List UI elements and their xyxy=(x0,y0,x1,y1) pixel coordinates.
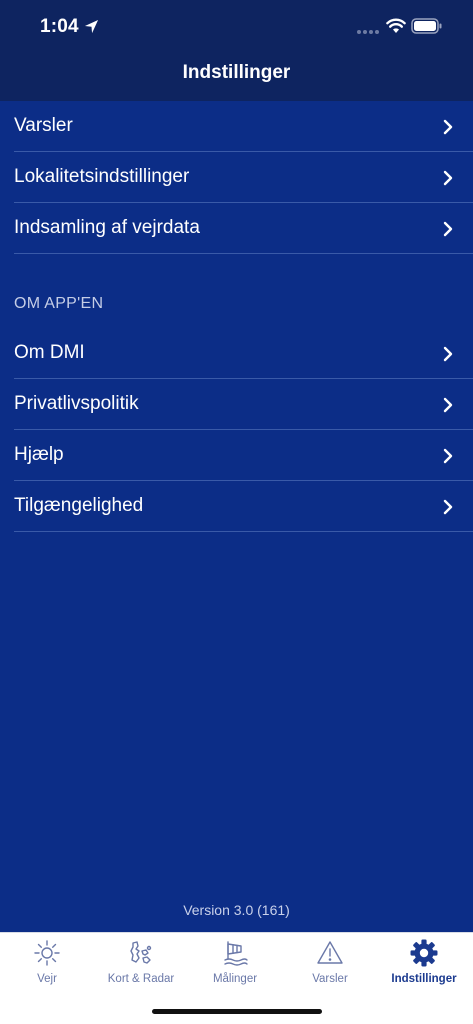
chevron-right-icon xyxy=(443,170,453,186)
page-title: Indstillinger xyxy=(182,62,291,83)
chevron-right-icon xyxy=(443,119,453,135)
settings-item-lokalitetsindstillinger[interactable]: Lokalitetsindstillinger xyxy=(14,152,473,203)
version-text: Version 3.0 (161) xyxy=(183,902,290,918)
wifi-icon xyxy=(386,18,406,33)
battery-icon xyxy=(411,18,442,34)
about-item-hjaelp[interactable]: Hjælp xyxy=(14,430,473,481)
settings-item-label: Varsler xyxy=(14,115,73,136)
about-item-om-dmi[interactable]: Om DMI xyxy=(14,328,473,379)
tab-label: Indstillinger xyxy=(391,973,457,985)
tab-indstillinger[interactable]: Indstillinger xyxy=(377,933,471,993)
chevron-right-icon xyxy=(443,397,453,413)
tab-vejr[interactable]: Vejr xyxy=(0,933,94,993)
settings-item-varsler[interactable]: Varsler xyxy=(14,101,473,152)
tab-label: Kort & Radar xyxy=(107,973,175,985)
about-item-tilgaengelighed[interactable]: Tilgængelighed xyxy=(14,481,473,532)
tab-maalinger[interactable]: Målinger xyxy=(188,933,282,993)
about-item-label: Hjælp xyxy=(14,444,64,465)
tab-label: Varsler xyxy=(312,973,348,985)
chevron-right-icon xyxy=(443,346,453,362)
chevron-right-icon xyxy=(443,499,453,515)
tab-varsler[interactable]: Varsler xyxy=(283,933,377,993)
about-item-label: Privatlivspolitik xyxy=(14,393,139,414)
about-item-privatlivspolitik[interactable]: Privatlivspolitik xyxy=(14,379,473,430)
settings-item-label: Lokalitetsindstillinger xyxy=(14,166,190,187)
about-item-label: Om DMI xyxy=(14,342,85,363)
settings-list: Varsler Lokalitetsindstillinger Indsamli… xyxy=(0,101,473,254)
windsock-icon xyxy=(224,941,248,966)
about-list: Om DMI Privatlivspolitik Hjælp Tilgængel… xyxy=(0,328,473,532)
status-bar: 1:04 xyxy=(0,0,473,54)
location-arrow-icon xyxy=(84,19,99,34)
chevron-right-icon xyxy=(443,448,453,464)
top-header: 1:04 Indstillinger xyxy=(0,0,473,101)
home-indicator[interactable] xyxy=(152,1009,322,1014)
settings-item-label: Indsamling af vejrdata xyxy=(14,217,200,238)
section-header-about: OM APP'EN xyxy=(14,295,104,312)
settings-item-indsamling-af-vejrdata[interactable]: Indsamling af vejrdata xyxy=(14,203,473,254)
status-time: 1:04 xyxy=(40,16,79,37)
warning-icon xyxy=(317,941,343,964)
tab-label: Vejr xyxy=(37,973,57,985)
sun-icon xyxy=(34,940,60,966)
map-radar-icon xyxy=(130,941,152,964)
tab-kort-radar[interactable]: Kort & Radar xyxy=(94,933,188,993)
gear-icon xyxy=(410,939,438,967)
tab-label: Målinger xyxy=(212,973,258,985)
about-item-label: Tilgængelighed xyxy=(14,495,144,516)
cellular-signal-icon xyxy=(357,30,379,34)
chevron-right-icon xyxy=(443,221,453,237)
